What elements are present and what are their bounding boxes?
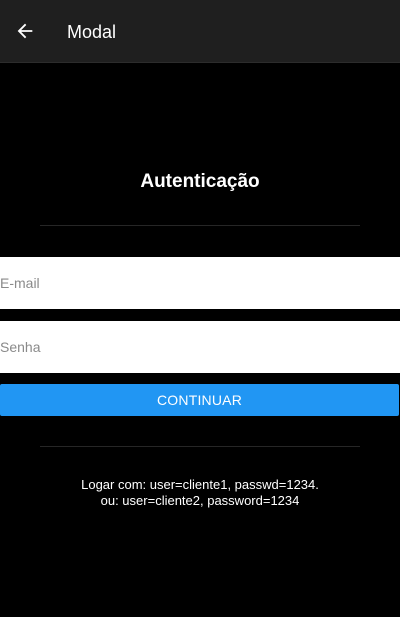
top-divider [40,225,360,226]
login-hint-line-2: ou: user=cliente2, password=1234 [100,493,300,508]
email-input[interactable] [0,257,400,309]
arrow-left-icon [17,23,33,39]
bottom-divider [40,446,360,447]
modal-page: Modal Autenticação CONTINUAR Logar com: … [0,0,400,617]
login-hint: Logar com: user=cliente1, passwd=1234. o… [0,477,400,509]
continue-button[interactable]: CONTINUAR [0,384,399,416]
back-button[interactable] [6,12,44,50]
toolbar: Modal [0,0,400,63]
password-input[interactable] [0,321,400,373]
login-hint-line-1: Logar com: user=cliente1, passwd=1234. [81,477,319,492]
toolbar-title: Modal [67,22,117,42]
auth-heading: Autenticação [140,171,260,192]
auth-content: Autenticação CONTINUAR Logar com: user=c… [0,63,400,617]
